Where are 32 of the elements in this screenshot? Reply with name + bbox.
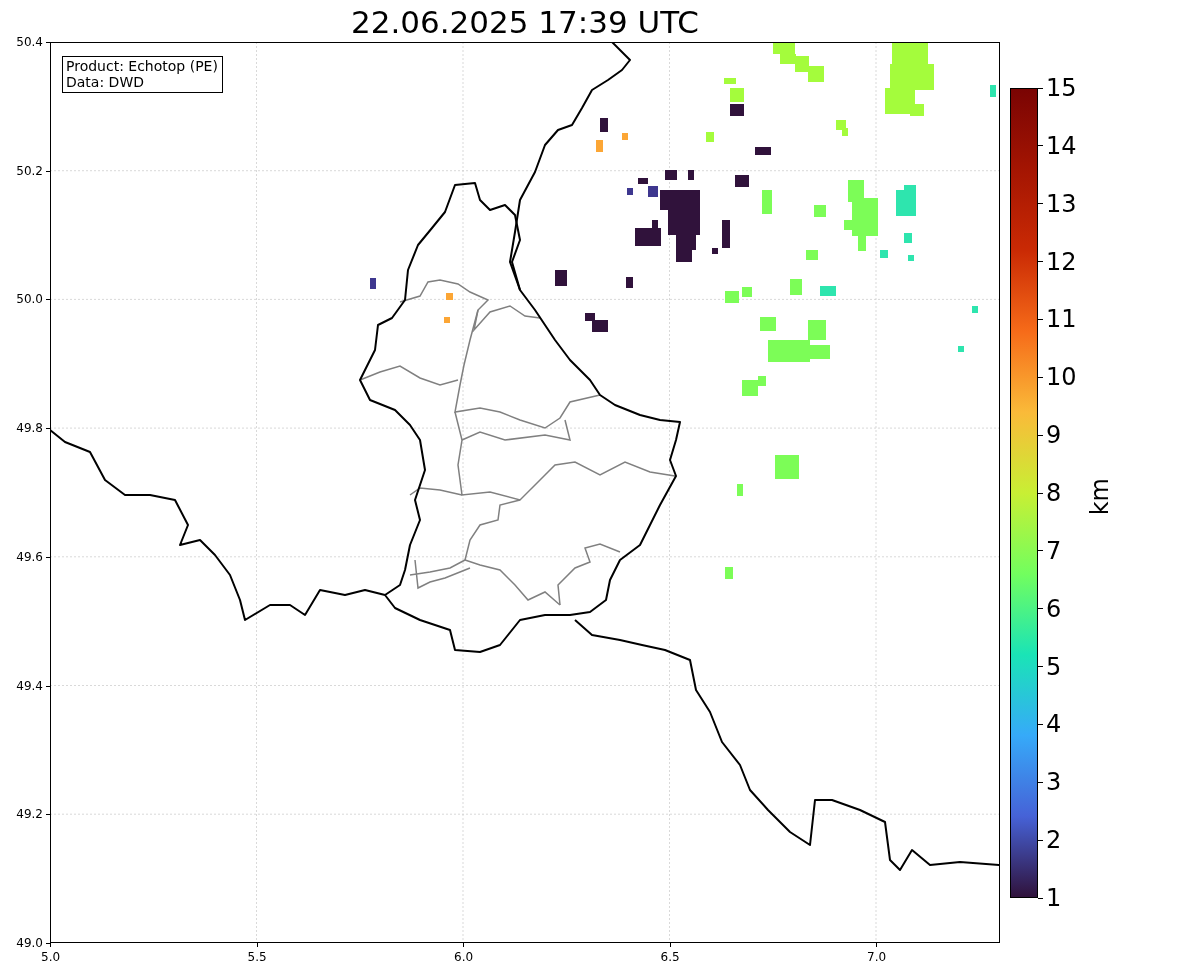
tick-label: 49.6	[16, 549, 43, 564]
tick-label: 50.2	[16, 163, 43, 178]
colorbar-tick-label: 15	[1046, 74, 1077, 102]
tick-label: 49.4	[16, 678, 43, 693]
colorbar-tick-label: 4	[1046, 710, 1062, 739]
colorbar-tick-label: 14	[1046, 131, 1077, 160]
tick-label: 6.5	[660, 950, 680, 964]
colorbar-tick-label: 2	[1046, 826, 1062, 855]
tick-label: 50.0	[16, 292, 43, 307]
colorbar-tick-label: 1	[1046, 884, 1062, 912]
tick-label: 49.2	[16, 807, 43, 822]
chart-title: 22.06.2025 17:39 UTC	[351, 3, 699, 40]
tick-label: 5.5	[247, 950, 267, 964]
colorbar-tick-label: 5	[1046, 652, 1062, 681]
tick-label: 50.4	[16, 35, 43, 49]
tick-label: 5.0	[41, 950, 61, 964]
colorbar-tick-label: 9	[1046, 421, 1062, 450]
tick-label: 6.0	[454, 950, 474, 964]
legend-text: Product: Echotop (PE)	[66, 58, 218, 74]
colorbar-tick-label: 12	[1046, 247, 1077, 276]
colorbar-tick-label: 6	[1046, 594, 1062, 623]
colorbar-tick-label: 8	[1046, 479, 1062, 507]
colorbar-tick-label: 11	[1046, 305, 1077, 334]
colorbar-label: km	[1086, 478, 1114, 516]
tick-label: 49.0	[16, 935, 43, 950]
colorbar-tick-label: 13	[1046, 189, 1077, 218]
colorbar-tick-label: 10	[1046, 363, 1077, 392]
tick-label: 49.8	[16, 421, 43, 436]
colorbar-tick-label: 3	[1046, 768, 1062, 797]
legend-text: Data: DWD	[66, 74, 145, 90]
colorbar-tick-label: 7	[1046, 536, 1062, 565]
tick-label: 7.0	[867, 950, 887, 964]
